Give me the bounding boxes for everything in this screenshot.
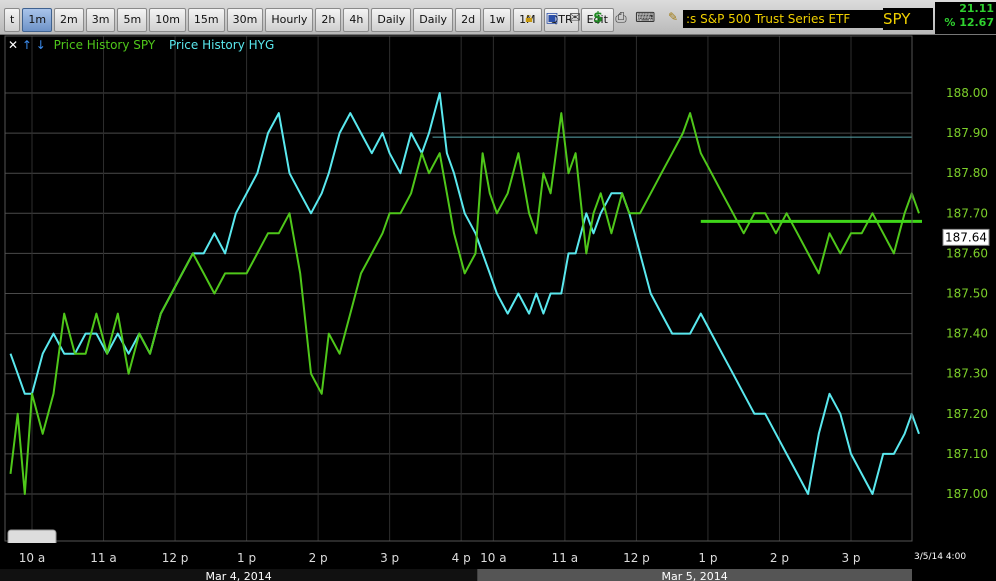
close-icon[interactable]: ✕ [8,38,18,52]
legend-spy[interactable]: Price History SPY [54,38,156,52]
x-tick-label: 10 a [19,551,45,565]
last-price-label: 187.64 [945,230,987,244]
y-tick-label: 187.70 [946,206,988,220]
y-tick-label: 188.00 [946,86,988,100]
x-tick-label: 2 p [770,551,789,565]
chart-legend: ✕ ↑ ↓ Price History SPY Price History HY… [8,38,274,54]
y-tick-label: 187.60 [946,246,988,260]
y-tick-label: 187.20 [946,407,988,421]
x-tick-label: 12 p [623,551,650,565]
session-date-label: Mar 4, 2014 [206,570,272,581]
y-tick-label: 187.80 [946,166,988,180]
x-tick-label: 11 a [90,551,116,565]
price-chart: 188.00 187.90 187.80 187.70 187.60 187.50 187.… [0,35,996,581]
x-tick-label: 1 p [698,551,717,565]
y-tick-label: 187.30 [946,367,988,381]
arrow-down-icon[interactable]: ↓ [36,38,46,52]
y-tick-label: 187.90 [946,126,988,140]
x-tick-label: 11 a [552,551,578,565]
arrow-up-icon[interactable]: ↑ [22,38,32,52]
legend-hyg[interactable]: Price History HYG [169,38,274,52]
y-tick-label: 187.00 [946,487,988,501]
plot-area [5,36,912,541]
y-tick-label: 187.50 [946,287,988,301]
x-end-label: 3/5/14 4:00 [914,552,966,562]
x-tick-label: 4 p [452,551,471,565]
x-tick-label: 2 p [309,551,328,565]
x-tick-label: 3 p [841,551,860,565]
x-tick-label: 1 p [237,551,256,565]
session-date-label: Mar 5, 2014 [662,570,728,581]
x-tick-label: 10 a [480,551,506,565]
x-tick-label: 3 p [380,551,399,565]
y-tick-label: 187.40 [946,327,988,341]
x-tick-label: 12 p [162,551,189,565]
y-tick-label: 187.10 [946,447,988,461]
